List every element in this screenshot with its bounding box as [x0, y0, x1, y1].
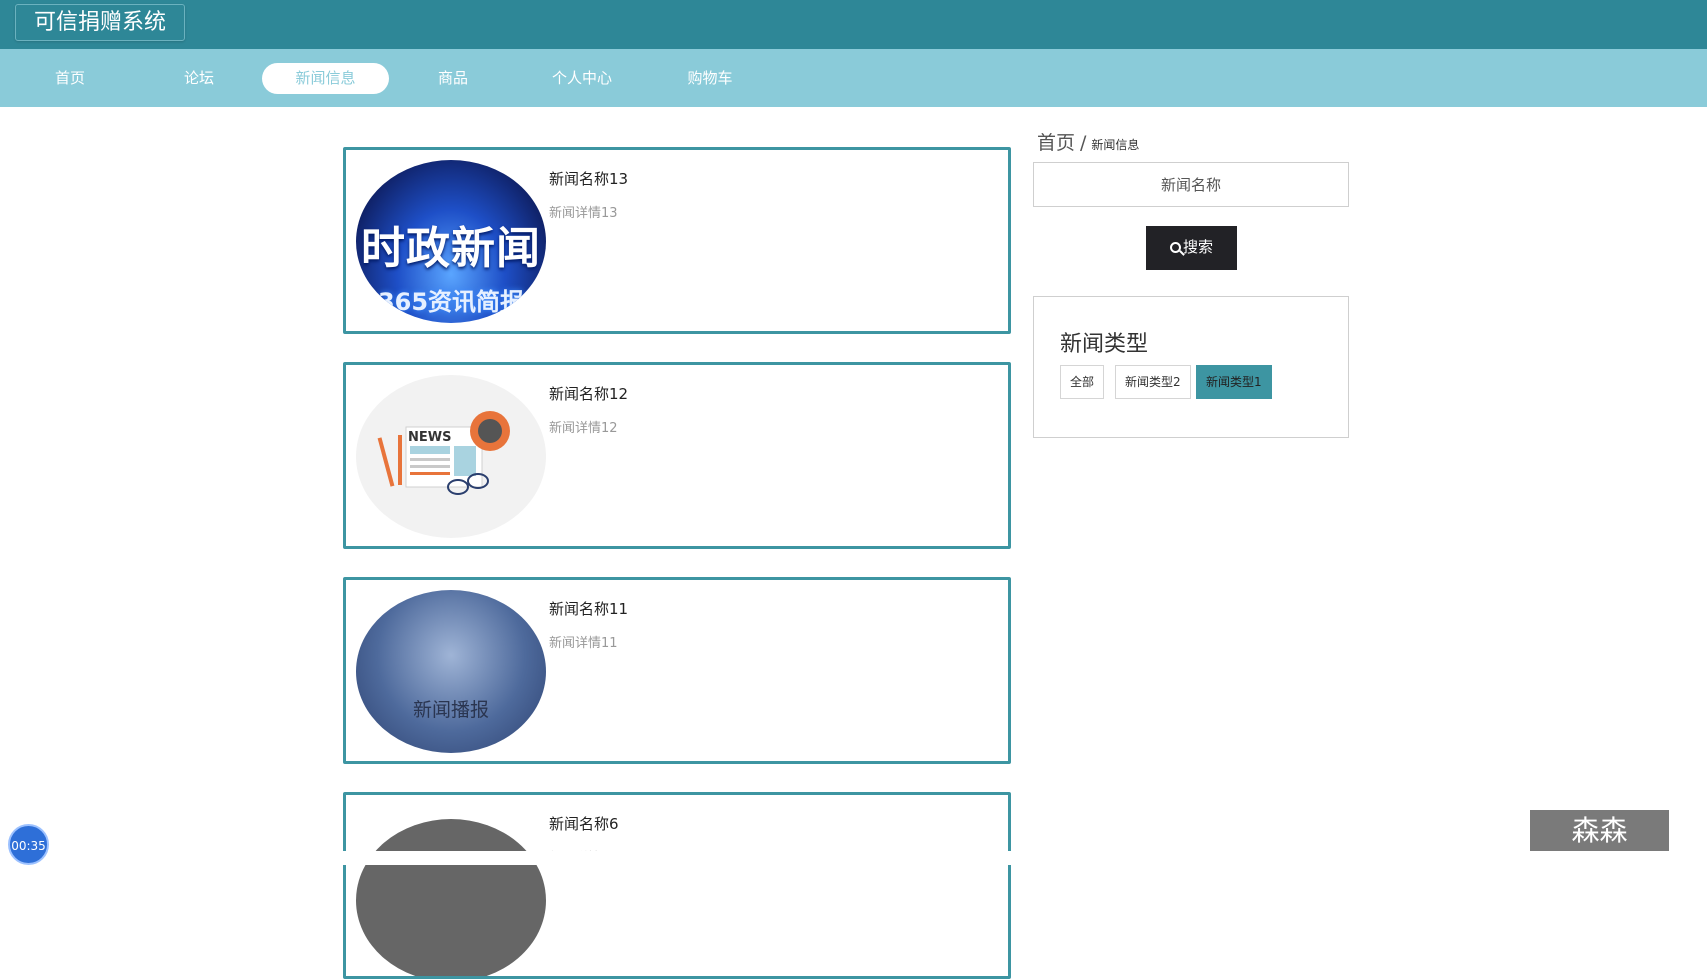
news-detail: 新闻详情13	[549, 206, 618, 221]
news-detail: 新闻详情11	[549, 636, 618, 651]
type-tag-type1[interactable]: 新闻类型1	[1196, 365, 1272, 399]
app-title[interactable]: 可信捐赠系统	[15, 4, 186, 41]
search-button[interactable]: 搜索	[1146, 226, 1237, 270]
nav-item-home[interactable]: 首页	[35, 63, 105, 94]
news-type-panel: 新闻类型 全部 新闻类型2 新闻类型1	[1033, 296, 1349, 438]
news-card[interactable]: 时政新闻 365资讯简报 新闻名称13 新闻详情13	[343, 147, 1011, 334]
type-tag-all[interactable]: 全部	[1060, 365, 1105, 399]
news-type-heading: 新闻类型	[1060, 332, 1149, 357]
type-tag-type2[interactable]: 新闻类型2	[1115, 365, 1191, 399]
nav-item-profile[interactable]: 个人中心	[542, 63, 622, 94]
nav-item-goods[interactable]: 商品	[418, 63, 488, 94]
news-thumbnail[interactable]: NEWS	[356, 375, 546, 538]
top-header: 可信捐赠系统	[0, 0, 1707, 49]
thumb-caption: 时政新闻	[361, 223, 541, 274]
breadcrumb: 首页 / 新闻信息	[1037, 128, 1139, 155]
news-title[interactable]: 新闻名称6	[549, 813, 619, 834]
news-thumbnail[interactable]	[356, 819, 546, 976]
breadcrumb-current: 新闻信息	[1091, 138, 1140, 152]
bottom-mask	[0, 851, 1707, 865]
news-thumbnail[interactable]: 新闻播报	[356, 590, 546, 753]
watermark: 森森coding	[1530, 810, 1669, 888]
news-title[interactable]: 新闻名称11	[549, 598, 628, 619]
news-thumbnail[interactable]: 时政新闻 365资讯简报	[356, 160, 546, 323]
search-icon	[1169, 242, 1181, 253]
news-title[interactable]: 新闻名称12	[549, 383, 628, 404]
nav-item-forum[interactable]: 论坛	[164, 63, 234, 94]
newspaper-icon: NEWS	[377, 411, 510, 495]
news-card[interactable]: 新闻播报 新闻名称11 新闻详情11	[343, 577, 1011, 764]
breadcrumb-separator: /	[1080, 132, 1087, 154]
recording-timer: 00:35	[8, 824, 49, 865]
news-title[interactable]: 新闻名称13	[549, 168, 628, 189]
news-logo-text: NEWS	[408, 430, 451, 445]
thumb-caption: 新闻播报	[412, 699, 489, 721]
nav-item-cart[interactable]: 购物车	[670, 63, 750, 94]
nav-item-news[interactable]: 新闻信息	[262, 63, 389, 94]
news-detail: 新闻详情12	[549, 421, 618, 436]
search-button-label: 搜索	[1182, 239, 1213, 256]
news-name-search-input[interactable]	[1033, 162, 1349, 207]
main-nav: 首页 论坛 新闻信息 商品 个人中心 购物车	[0, 49, 1707, 107]
thumb-subcaption: 365资讯简报	[377, 288, 525, 316]
breadcrumb-home[interactable]: 首页	[1037, 132, 1075, 154]
news-card[interactable]: 新闻名称6 新闻详情6	[343, 792, 1011, 979]
news-card[interactable]: NEWS 新闻名称12 新闻详情12	[343, 362, 1011, 549]
